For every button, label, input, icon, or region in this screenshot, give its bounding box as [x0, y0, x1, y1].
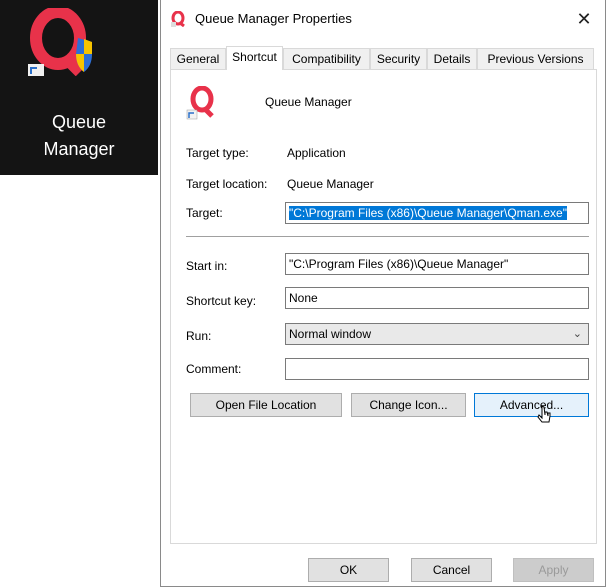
- run-select[interactable]: Normal window ⌄: [285, 323, 589, 345]
- comment-input[interactable]: [285, 358, 589, 380]
- properties-dialog: Queue Manager Properties ✕ General Short…: [160, 0, 606, 587]
- tab-compatibility[interactable]: Compatibility: [283, 48, 370, 69]
- close-button[interactable]: ✕: [563, 0, 605, 38]
- ok-button[interactable]: OK: [308, 558, 389, 582]
- run-select-value: Normal window: [289, 327, 372, 341]
- divider: [186, 236, 589, 237]
- shortcut-key-input[interactable]: None: [285, 287, 589, 309]
- target-label: Target:: [186, 206, 223, 220]
- tab-strip: General Shortcut Compatibility Security …: [170, 46, 596, 70]
- app-icon: [186, 86, 214, 120]
- target-location-value: Queue Manager: [287, 177, 374, 191]
- chevron-down-icon: ⌄: [572, 328, 582, 340]
- desktop-icon-label[interactable]: Queue: [0, 110, 158, 134]
- start-in-input[interactable]: "C:\Program Files (x86)\Queue Manager": [285, 253, 589, 275]
- target-input-text: "C:\Program Files (x86)\Queue Manager\Qm…: [289, 206, 567, 220]
- dialog-title: Queue Manager Properties: [195, 11, 352, 26]
- run-label: Run:: [186, 329, 212, 343]
- tab-general[interactable]: General: [170, 48, 226, 69]
- start-in-label: Start in:: [186, 259, 228, 273]
- app-icon: [171, 11, 185, 27]
- queue-manager-shortcut-icon[interactable]: [28, 8, 100, 76]
- shortcut-key-label: Shortcut key:: [186, 294, 257, 308]
- target-type-value: Application: [287, 146, 346, 160]
- apply-button[interactable]: Apply: [513, 558, 594, 582]
- title-bar[interactable]: Queue Manager Properties ✕: [161, 0, 605, 38]
- tab-shortcut[interactable]: Shortcut: [226, 46, 283, 70]
- mouse-cursor-icon: [537, 405, 551, 423]
- tab-details[interactable]: Details: [427, 48, 477, 69]
- cancel-button[interactable]: Cancel: [411, 558, 492, 582]
- advanced-button[interactable]: Advanced...: [474, 393, 589, 417]
- close-icon: ✕: [576, 8, 592, 29]
- change-icon-button[interactable]: Change Icon...: [351, 393, 466, 417]
- target-type-label: Target type:: [186, 146, 249, 160]
- desktop-background: Queue Manager: [0, 0, 158, 175]
- tab-previous-versions[interactable]: Previous Versions: [477, 48, 594, 69]
- target-input[interactable]: "C:\Program Files (x86)\Queue Manager\Qm…: [285, 202, 589, 224]
- open-file-location-button[interactable]: Open File Location: [190, 393, 342, 417]
- app-name: Queue Manager: [265, 95, 352, 109]
- comment-label: Comment:: [186, 362, 242, 376]
- tab-security[interactable]: Security: [370, 48, 427, 69]
- target-location-label: Target location:: [186, 177, 268, 191]
- desktop-icon-label[interactable]: Manager: [0, 137, 158, 161]
